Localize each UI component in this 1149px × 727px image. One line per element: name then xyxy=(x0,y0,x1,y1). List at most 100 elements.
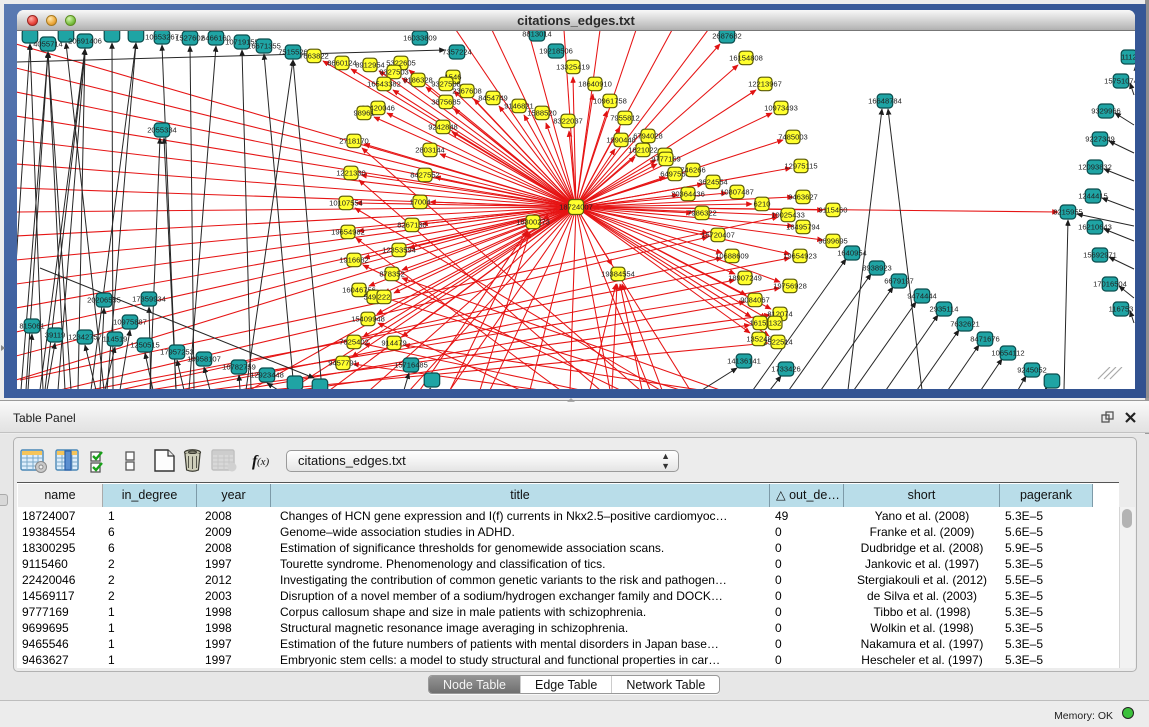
svg-text:2718170: 2718170 xyxy=(339,137,369,146)
svg-text:9474444: 9474444 xyxy=(907,292,937,301)
svg-text:9115460: 9115460 xyxy=(819,206,848,215)
svg-text:18300273: 18300273 xyxy=(516,218,550,227)
svg-text:6794028: 6794028 xyxy=(633,132,663,141)
svg-text:9242848: 9242848 xyxy=(428,123,458,132)
svg-text:18495794: 18495794 xyxy=(786,223,820,232)
svg-text:12342757: 12342757 xyxy=(68,333,102,342)
svg-text:(x): (x) xyxy=(257,456,270,468)
svg-text:98961: 98961 xyxy=(353,109,374,118)
svg-text:16648784: 16648784 xyxy=(868,97,902,106)
svg-text:12093832: 12093832 xyxy=(1078,163,1112,172)
svg-text:1244415: 1244415 xyxy=(1078,192,1108,201)
svg-text:15409948: 15409948 xyxy=(351,315,385,324)
svg-text:19654923: 19654923 xyxy=(783,252,817,261)
svg-text:746266: 746266 xyxy=(680,166,705,175)
svg-text:18640910: 18640910 xyxy=(578,80,612,89)
svg-text:8660124: 8660124 xyxy=(327,59,357,68)
svg-text:8427552: 8427552 xyxy=(410,171,440,180)
svg-text:2687682: 2687682 xyxy=(712,32,742,41)
svg-text:132: 132 xyxy=(769,319,782,328)
svg-text:7955812: 7955812 xyxy=(610,114,640,123)
svg-text:16152: 16152 xyxy=(749,319,770,328)
svg-text:12213967: 12213967 xyxy=(748,80,782,89)
svg-text:7625402: 7625402 xyxy=(339,338,369,347)
svg-text:8813014: 8813014 xyxy=(522,31,552,39)
svg-text:19384554: 19384554 xyxy=(601,270,635,279)
svg-text:9245052: 9245052 xyxy=(1017,366,1047,375)
svg-text:19756928: 19756928 xyxy=(773,282,807,291)
svg-text:8471676: 8471676 xyxy=(970,335,1000,344)
svg-text:16210643: 16210643 xyxy=(1078,223,1112,232)
svg-text:10688609: 10688609 xyxy=(715,252,749,261)
svg-text:10654112: 10654112 xyxy=(991,349,1024,358)
svg-text:3624554: 3624554 xyxy=(698,178,728,187)
svg-text:15751074: 15751074 xyxy=(1104,77,1135,86)
svg-text:9463627: 9463627 xyxy=(788,193,818,202)
svg-text:1916682: 1916682 xyxy=(339,256,369,265)
svg-text:19654982: 19654982 xyxy=(331,228,365,237)
svg-text:1733426: 1733426 xyxy=(771,365,801,374)
svg-text:17359934: 17359934 xyxy=(132,295,166,304)
svg-text:2803144: 2803144 xyxy=(415,146,445,155)
svg-text:8267130: 8267130 xyxy=(397,221,427,230)
svg-text:15692971: 15692971 xyxy=(1083,251,1117,260)
svg-text:2522514: 2522514 xyxy=(763,338,793,347)
svg-text:16154808: 16154808 xyxy=(729,54,763,63)
svg-text:10653267: 10653267 xyxy=(145,33,179,42)
svg-text:16033809: 16033809 xyxy=(403,34,437,43)
svg-text:2935114: 2935114 xyxy=(930,305,959,314)
svg-text:878352: 878352 xyxy=(379,270,404,279)
svg-text:20364436: 20364436 xyxy=(671,190,705,199)
svg-text:8938923: 8938923 xyxy=(862,264,892,273)
svg-text:222: 222 xyxy=(378,293,391,302)
svg-text:9699695: 9699695 xyxy=(818,237,848,246)
svg-text:16543382: 16543382 xyxy=(367,80,401,89)
svg-text:1250515: 1250515 xyxy=(130,341,160,350)
svg-text:20691406: 20691406 xyxy=(68,37,102,46)
svg-text:9329966: 9329966 xyxy=(1091,107,1121,116)
svg-text:9457791: 9457791 xyxy=(328,359,358,368)
svg-text:20206555: 20206555 xyxy=(87,296,121,305)
svg-text:10107554: 10107554 xyxy=(329,199,363,208)
svg-text:15720407: 15720407 xyxy=(701,231,735,240)
svg-text:8186328: 8186328 xyxy=(403,76,433,85)
svg-text:7632621: 7632621 xyxy=(950,320,980,329)
svg-text:7485003: 7485003 xyxy=(778,133,808,142)
svg-text:9777169: 9777169 xyxy=(651,155,681,164)
svg-text:14136141: 14136141 xyxy=(727,357,761,366)
svg-text:9084067: 9084067 xyxy=(740,296,770,305)
svg-text:8322037: 8322037 xyxy=(553,117,583,126)
svg-text:15716485: 15716485 xyxy=(394,361,428,370)
svg-text:17004: 17004 xyxy=(409,198,430,207)
svg-text:114519: 114519 xyxy=(103,335,128,344)
svg-text:8215955: 8215955 xyxy=(1053,208,1083,217)
svg-text:2055334: 2055334 xyxy=(147,126,177,135)
svg-text:13325419: 13325419 xyxy=(556,63,590,72)
svg-text:12923448: 12923448 xyxy=(250,371,284,380)
svg-text:10958107: 10958107 xyxy=(187,355,221,364)
svg-text:6679197: 6679197 xyxy=(884,277,914,286)
svg-text:10807487: 10807487 xyxy=(720,188,754,197)
svg-text:914479: 914479 xyxy=(381,339,406,348)
svg-text:6210: 6210 xyxy=(754,200,771,209)
svg-text:10025433: 10025433 xyxy=(771,211,805,220)
svg-text:1112: 1112 xyxy=(1121,53,1135,62)
svg-text:39119: 39119 xyxy=(45,331,66,340)
svg-text:9227349: 9227349 xyxy=(1085,135,1115,144)
svg-text:815061: 815061 xyxy=(19,322,44,331)
svg-text:1621022: 1621022 xyxy=(628,146,658,155)
svg-text:7357224: 7357224 xyxy=(442,48,472,57)
svg-text:19218506: 19218506 xyxy=(539,47,573,56)
svg-text:18724007: 18724007 xyxy=(559,203,593,212)
svg-text:1221330: 1221330 xyxy=(336,169,366,178)
svg-text:7986322: 7986322 xyxy=(687,209,717,218)
svg-text:10975887: 10975887 xyxy=(113,318,147,327)
svg-text:7663822: 7663822 xyxy=(299,52,329,61)
svg-text:17016504: 17016504 xyxy=(1093,280,1127,289)
svg-text:116753: 116753 xyxy=(1109,305,1134,314)
svg-text:16671355: 16671355 xyxy=(247,42,281,51)
svg-text:10961758: 10961758 xyxy=(593,97,627,106)
svg-text:10973493: 10973493 xyxy=(764,104,798,113)
svg-text:1640954: 1640954 xyxy=(837,249,867,258)
svg-text:12975115: 12975115 xyxy=(784,162,817,171)
